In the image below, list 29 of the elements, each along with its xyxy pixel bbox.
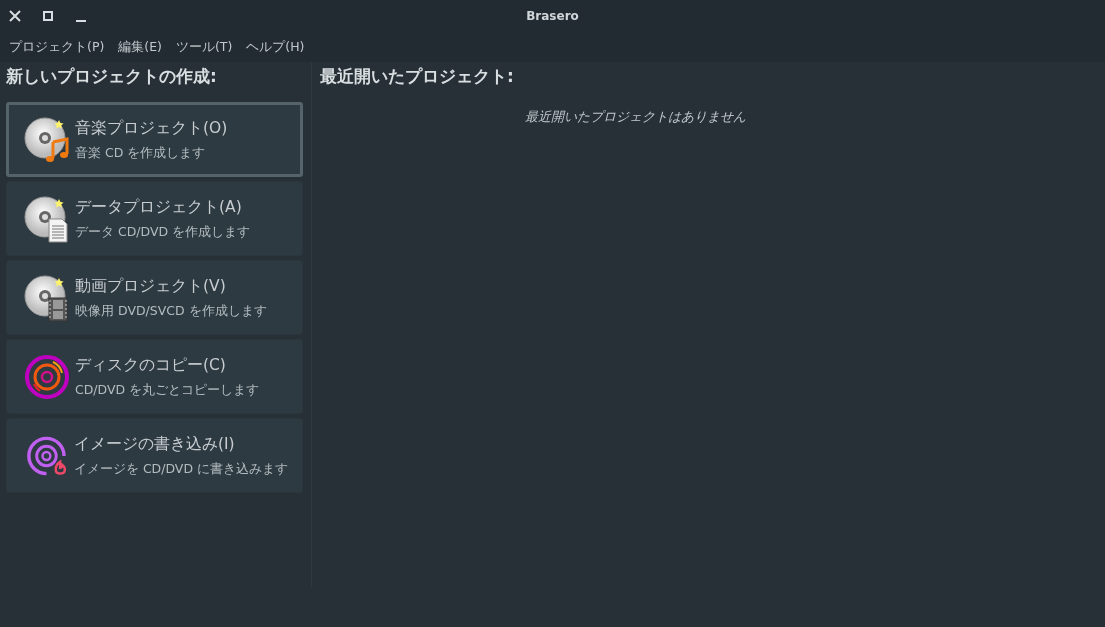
project-card[interactable]: データプロジェクト(A) データ CD/DVD を作成します — [6, 181, 303, 256]
project-title: データプロジェクト(A) — [75, 196, 243, 218]
empty-message: 最近開いたプロジェクトはありません — [525, 108, 746, 126]
section-heading: 新しいプロジェクトの作成: — [6, 65, 218, 88]
music-disc-icon — [23, 115, 71, 164]
project-card[interactable]: 音楽プロジェクト(O) 音楽 CD を作成します — [6, 102, 303, 177]
project-description: 音楽 CD を作成します — [75, 144, 207, 162]
project-description: データ CD/DVD を作成します — [75, 223, 251, 241]
menu-item[interactable]: ヘルプ(H) — [239, 38, 312, 56]
project-title: 音楽プロジェクト(O) — [75, 117, 228, 139]
project-title: 動画プロジェクト(V) — [75, 275, 227, 297]
menu-item[interactable]: プロジェクト(P) — [2, 38, 112, 56]
maximize-icon[interactable] — [42, 10, 54, 22]
menu-item[interactable]: ツール(T) — [168, 38, 240, 56]
project-description: CD/DVD を丸ごとコピーします — [75, 381, 260, 399]
section-heading: 最近開いたプロジェクト: — [320, 65, 515, 88]
project-title: ディスクのコピー(C) — [75, 354, 227, 376]
project-description: 映像用 DVD/SVCD を作成します — [75, 302, 267, 320]
disc-copy-icon — [23, 352, 71, 401]
close-icon[interactable] — [9, 10, 21, 22]
project-card[interactable]: ディスクのコピー(C) CD/DVD を丸ごとコピーします — [6, 339, 303, 414]
document-disc-icon — [23, 194, 71, 243]
project-card[interactable]: イメージの書き込み(I) イメージを CD/DVD に書き込みます — [6, 418, 303, 493]
project-card[interactable]: 動画プロジェクト(V) 映像用 DVD/SVCD を作成します — [6, 260, 303, 335]
window-title: Brasero — [526, 9, 579, 23]
project-title: イメージの書き込み(I) — [73, 433, 236, 455]
film-disc-icon — [23, 273, 71, 322]
menu-item[interactable]: 編集(E) — [111, 38, 169, 56]
project-description: イメージを CD/DVD に書き込みます — [73, 460, 288, 478]
